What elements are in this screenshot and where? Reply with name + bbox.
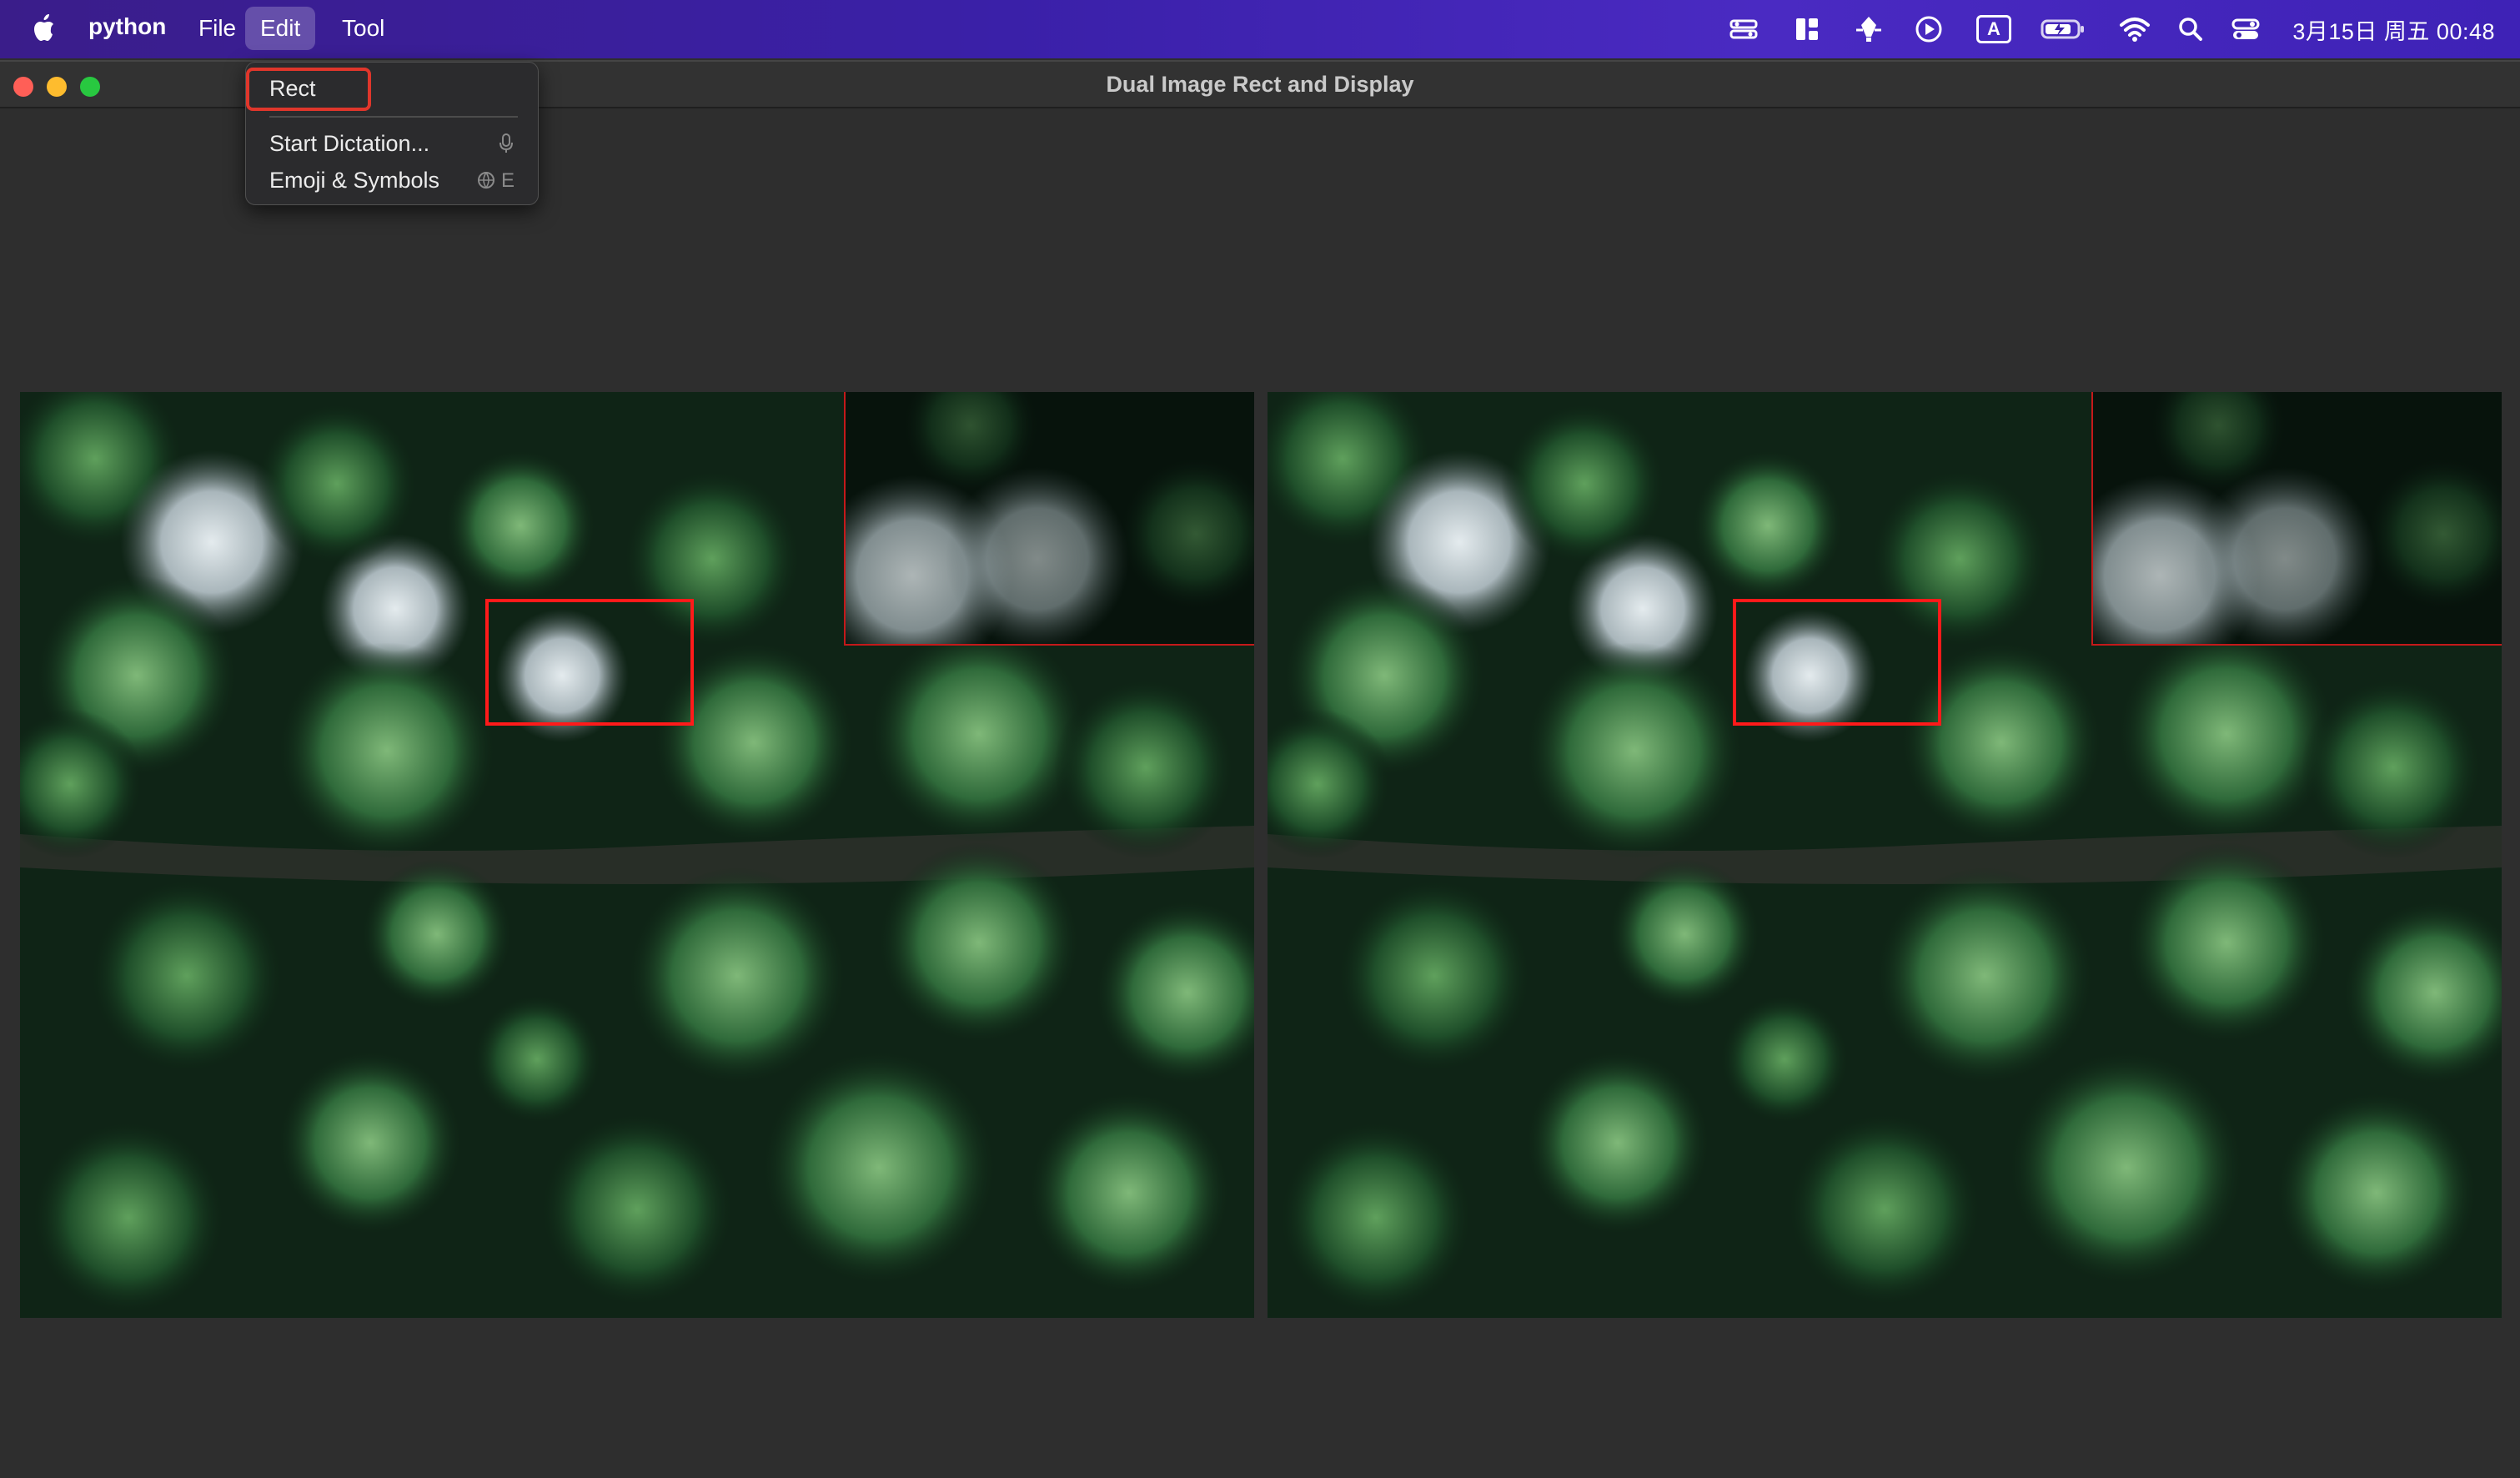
edit-menu-dropdown: Rect Start Dictation... Emoji & Symbols … (245, 62, 539, 205)
menu-bar: python File Edit Tool A 3月15日 周五 00:48 (0, 0, 2520, 58)
globe-icon (478, 172, 495, 189)
zoomed-forest-image (846, 392, 1254, 644)
apple-icon[interactable] (30, 12, 60, 45)
left-image-panel[interactable] (20, 392, 1254, 1318)
menu-file[interactable]: File (183, 7, 251, 50)
right-image-panel[interactable] (1268, 392, 2502, 1318)
microphone-icon (499, 133, 513, 153)
search-icon[interactable] (2175, 13, 2206, 45)
zoomed-inset-view (844, 392, 1254, 646)
control-center-icon[interactable] (2230, 13, 2261, 45)
emoji-shortcut: E (477, 169, 515, 193)
menu-separator (269, 116, 518, 118)
menu-item-start-dictation[interactable]: Start Dictation... (269, 131, 429, 157)
zoomed-forest-image (2093, 392, 2502, 644)
app-window: Dual Image Rect and Display (0, 60, 2520, 1478)
selection-rectangle[interactable] (485, 599, 694, 726)
zoomed-inset-view (2091, 392, 2502, 646)
stage-manager-icon[interactable] (1728, 13, 1759, 45)
menubar-clock[interactable]: 3月15日 周五 00:48 (2292, 13, 2495, 46)
input-method-label: A (1987, 18, 2000, 39)
app-name-menu[interactable]: python (88, 13, 166, 40)
pen-icon[interactable] (1853, 13, 1885, 45)
menu-item-emoji-symbols[interactable]: Emoji & Symbols (269, 168, 439, 194)
menu-tool[interactable]: Tool (327, 7, 399, 50)
menu-edit[interactable]: Edit (245, 7, 316, 50)
emoji-shortcut-key: E (500, 169, 515, 192)
layout-icon[interactable] (1791, 13, 1823, 45)
wifi-icon[interactable] (2118, 13, 2151, 45)
menu-item-rect[interactable]: Rect (269, 76, 316, 102)
play-icon[interactable] (1913, 13, 1945, 45)
input-method-icon[interactable]: A (1976, 15, 2011, 43)
battery-icon[interactable] (2040, 13, 2086, 45)
selection-rectangle[interactable] (1733, 599, 1941, 726)
